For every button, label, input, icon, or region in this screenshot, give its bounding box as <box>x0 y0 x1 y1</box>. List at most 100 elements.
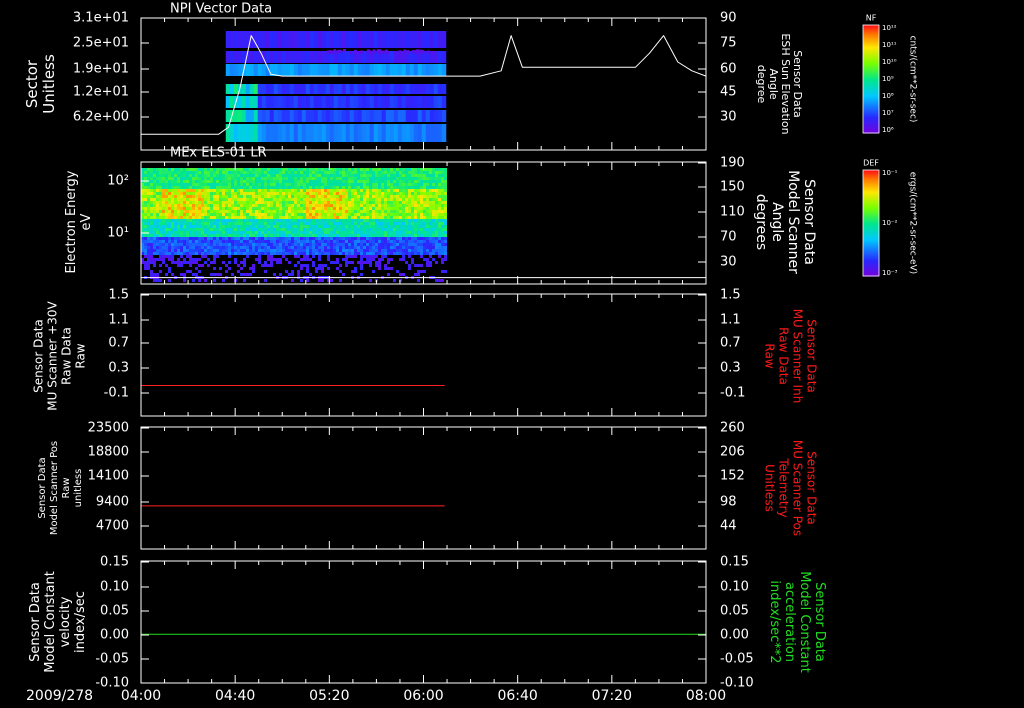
els-heat-cell <box>174 222 177 225</box>
els-heat-cell <box>189 189 192 192</box>
els-heat-cell <box>402 195 405 198</box>
els-heat-cell <box>207 240 210 243</box>
els-heat-cell <box>243 198 246 201</box>
els-heat-cell <box>300 201 303 204</box>
els-heat-cell <box>288 192 291 195</box>
npi-heat-cell <box>353 110 359 122</box>
els-heat-cell <box>375 177 378 180</box>
els-heat-cell <box>378 207 381 210</box>
els-heat-cell <box>162 249 165 252</box>
els-heat-cell <box>153 258 156 261</box>
els-heat-cell <box>180 243 183 246</box>
els-heat-cell <box>330 201 333 204</box>
els-heat-cell <box>405 231 408 234</box>
els-heat-cell <box>360 219 363 222</box>
els-heat-cell <box>288 186 291 189</box>
els-heat-cell <box>189 228 192 231</box>
els-heat-cell <box>213 237 216 240</box>
els-heat-cell <box>213 240 216 243</box>
els-heat-cell <box>222 279 225 282</box>
els-heat-cell <box>345 243 348 246</box>
els-heat-cell <box>378 243 381 246</box>
els-heat-cell <box>195 198 198 201</box>
els-heat-cell <box>228 261 231 264</box>
els-heat-cell <box>309 204 312 207</box>
npi-heat-cell <box>365 124 371 142</box>
npi-heat-cell <box>265 51 271 63</box>
npi-heat-cell <box>261 124 267 142</box>
els-heat-cell <box>345 198 348 201</box>
els-heat-cell <box>231 246 234 249</box>
els-heat-cell <box>192 279 195 282</box>
els-heat-cell <box>144 216 147 219</box>
els-heat-cell <box>318 246 321 249</box>
els-heat-cell <box>438 243 441 246</box>
els-heat-cell <box>330 222 333 225</box>
els-heat-cell <box>216 210 219 213</box>
els-heat-cell <box>387 195 390 198</box>
els-heat-cell <box>369 261 372 264</box>
els-heat-cell <box>315 228 318 231</box>
els-heat-cell <box>357 180 360 183</box>
els-heat-cell <box>444 258 447 261</box>
els-heat-cell <box>213 219 216 222</box>
els-heat-cell <box>342 183 345 186</box>
els-heat-cell <box>444 210 447 213</box>
els-heat-cell <box>279 195 282 198</box>
els-heat-cell <box>426 180 429 183</box>
els-heat-cell <box>339 210 342 213</box>
npi-heat-cell <box>369 124 375 142</box>
els-heat-cell <box>210 216 213 219</box>
els-heat-cell <box>390 183 393 186</box>
els-heat-cell <box>435 261 438 264</box>
npi-heat-cell <box>321 84 327 94</box>
els-heat-cell <box>378 264 381 267</box>
els-heat-cell <box>222 222 225 225</box>
els-heat-cell <box>342 177 345 180</box>
els-heat-cell <box>288 219 291 222</box>
els-heat-cell <box>174 213 177 216</box>
els-heat-cell <box>165 189 168 192</box>
els-heat-cell <box>282 213 285 216</box>
npi-heat-cell <box>405 84 411 94</box>
els-heat-cell <box>231 225 234 228</box>
els-heat-cell <box>270 168 273 171</box>
els-heat-cell <box>162 198 165 201</box>
els-heat-cell <box>291 219 294 222</box>
els-heat-cell <box>312 183 315 186</box>
npi-heat-cell <box>333 84 339 94</box>
els-heat-cell <box>162 186 165 189</box>
els-heat-cell <box>363 219 366 222</box>
els-heat-cell <box>180 240 183 243</box>
els-heat-cell <box>183 180 186 183</box>
els-heat-cell <box>399 186 402 189</box>
els-heat-cell <box>192 237 195 240</box>
els-heat-cell <box>351 231 354 234</box>
els-heat-cell <box>366 261 369 264</box>
els-heat-cell <box>396 216 399 219</box>
npi-heat-cell <box>417 31 423 48</box>
npi-heat-cell <box>377 64 383 76</box>
els-heat-cell <box>354 183 357 186</box>
els-heat-cell <box>330 228 333 231</box>
els-heat-cell <box>306 219 309 222</box>
els-heat-cell <box>411 225 414 228</box>
els-heat-cell <box>420 198 423 201</box>
els-heat-cell <box>201 171 204 174</box>
els-heat-cell <box>231 273 234 276</box>
npi-heat-cell <box>333 31 339 48</box>
els-heat-cell <box>291 192 294 195</box>
y-tick-label-right: 152 <box>720 469 745 484</box>
els-heat-cell <box>237 225 240 228</box>
els-heat-cell <box>204 171 207 174</box>
els-heat-cell <box>288 195 291 198</box>
els-heat-cell <box>438 186 441 189</box>
npi-heat-cell <box>357 31 363 48</box>
els-heat-cell <box>162 210 165 213</box>
els-heat-cell <box>288 246 291 249</box>
els-heat-cell <box>366 258 369 261</box>
els-heat-cell <box>309 249 312 252</box>
els-heat-cell <box>159 252 162 255</box>
els-heat-cell <box>237 228 240 231</box>
els-heat-cell <box>327 177 330 180</box>
